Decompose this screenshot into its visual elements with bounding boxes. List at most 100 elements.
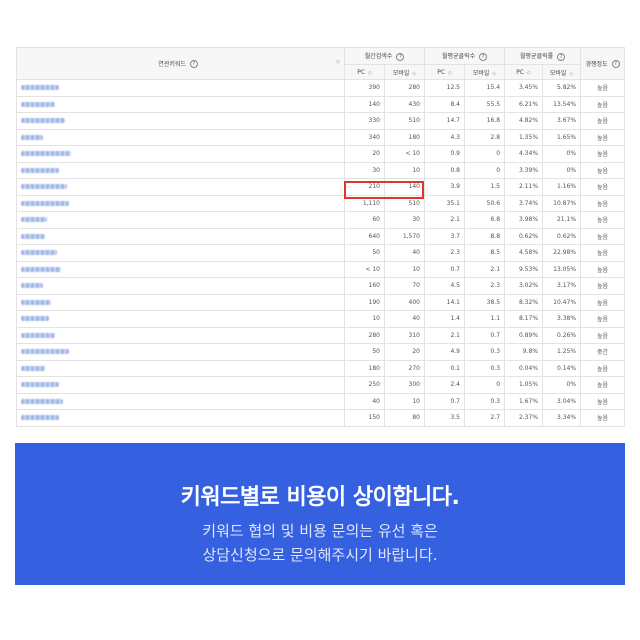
header-monthly-search[interactable]: 월간검색수 ?	[344, 47, 425, 65]
table-row: 280 310 2.1 0.7 0.89% 0.26% 높음	[16, 326, 626, 344]
keyword-link[interactable]	[16, 376, 345, 394]
keyword-link[interactable]	[16, 211, 345, 229]
subheader-ctr-mobile[interactable]: 모바일 ◇	[542, 64, 582, 80]
table-cell: 0.04%	[504, 359, 544, 377]
blurred-keyword	[21, 134, 43, 140]
table-cell: 13.05%	[542, 260, 582, 278]
subheader-search-pc[interactable]: PC ◇	[344, 64, 385, 80]
table-cell: 270	[384, 359, 425, 377]
table-cell: 0%	[542, 376, 582, 394]
keyword-link[interactable]	[16, 145, 345, 163]
keyword-link[interactable]	[16, 260, 345, 278]
table-cell: 10	[344, 310, 385, 328]
table-row: 140 430 8.4 55.5 6.21% 13.54% 높음	[16, 95, 626, 113]
table-cell: 2.8	[463, 128, 506, 146]
table-cell: 140	[384, 178, 425, 196]
info-icon: ?	[396, 52, 405, 61]
table-cell: 10	[384, 392, 425, 410]
keyword-link[interactable]	[16, 359, 345, 377]
header-avg-clicks[interactable]: 월평균클릭수 ?	[423, 47, 506, 65]
table-cell: 400	[384, 293, 425, 311]
banner-subtext-line: 상담신청으로 문의해주시기 바랍니다.	[202, 546, 438, 564]
keyword-link[interactable]	[16, 95, 345, 113]
keyword-link[interactable]	[16, 326, 345, 344]
table-row: 30 10 0.8 0 3.39% 0% 높음	[16, 161, 626, 179]
table-cell: 3.17%	[542, 277, 582, 295]
table-cell: 3.34%	[542, 409, 582, 427]
keyword-table-wrap: 연관키워드 ? ◇ 월간검색수 ? 월평균클릭수 ? 월평균클릭률 ? 경쟁정도…	[16, 47, 626, 427]
table-cell: 1.4	[424, 310, 465, 328]
keyword-link[interactable]	[16, 244, 345, 262]
keyword-link[interactable]	[16, 128, 345, 146]
table-cell: 0	[463, 161, 506, 179]
keyword-link[interactable]	[16, 79, 345, 97]
table-row: 50 40 2.3 8.5 4.58% 22.98% 높음	[16, 244, 626, 262]
table-cell: 16.8	[463, 112, 506, 130]
competition-cell: 높음	[580, 376, 626, 394]
table-cell: 0.26%	[542, 326, 582, 344]
header-competition[interactable]: 경쟁정도 ?	[580, 47, 626, 80]
keyword-link[interactable]	[16, 409, 345, 427]
subheader-ctr-pc[interactable]: PC ◇	[504, 64, 544, 80]
competition-cell: 높음	[580, 95, 626, 113]
banner-subtext-line: 키워드 협의 및 비용 문의는 유선 혹은	[202, 522, 438, 540]
table-cell: 510	[384, 194, 425, 212]
table-cell: 4.9	[424, 343, 465, 361]
header-keyword[interactable]: 연관키워드 ? ◇	[16, 47, 345, 80]
keyword-link[interactable]	[16, 194, 345, 212]
keyword-link[interactable]	[16, 277, 345, 295]
table-cell: 180	[344, 359, 385, 377]
banner-headline: 키워드별로 비용이 상이합니다.	[180, 485, 460, 510]
header-avg-ctr[interactable]: 월평균클릭률 ?	[504, 47, 582, 65]
competition-cell: 높음	[580, 211, 626, 229]
table-cell: 1.65%	[542, 128, 582, 146]
table-cell: 150	[344, 409, 385, 427]
subheader-click-pc[interactable]: PC ◇	[424, 64, 465, 80]
table-cell: 4.58%	[504, 244, 544, 262]
table-row: 340 180 4.3 2.8 1.35% 1.65% 높음	[16, 128, 626, 146]
table-cell: 70	[384, 277, 425, 295]
table-cell: 3.45%	[504, 79, 544, 97]
table-cell: 340	[344, 128, 385, 146]
table-cell: 0.3	[463, 359, 506, 377]
table-cell: 20	[344, 145, 385, 163]
keyword-link[interactable]	[16, 343, 345, 361]
table-cell: 510	[384, 112, 425, 130]
table-cell: 8.17%	[504, 310, 544, 328]
table-cell: 0.7	[424, 260, 465, 278]
table-cell: 0	[463, 145, 506, 163]
subheader-click-mobile[interactable]: 모바일 ◇	[463, 64, 506, 80]
table-row: 150 80 3.5 2.7 2.37% 3.34% 높음	[16, 409, 626, 427]
table-cell: 1.25%	[542, 343, 582, 361]
table-cell: 2.1	[424, 211, 465, 229]
blurred-keyword	[21, 266, 61, 272]
table-row: < 10 10 0.7 2.1 9.53% 13.05% 높음	[16, 260, 626, 278]
keyword-link[interactable]	[16, 392, 345, 410]
table-cell: 0%	[542, 145, 582, 163]
keyword-link[interactable]	[16, 112, 345, 130]
table-cell: 5.82%	[542, 79, 582, 97]
sort-icon: ◇	[367, 69, 372, 76]
keyword-link[interactable]	[16, 161, 345, 179]
table-cell: 1,110	[344, 194, 385, 212]
table-cell: < 10	[344, 260, 385, 278]
table-cell: 10.47%	[542, 293, 582, 311]
table-cell: 4.34%	[504, 145, 544, 163]
table-cell: 640	[344, 227, 385, 245]
keyword-link[interactable]	[16, 310, 345, 328]
table-cell: 160	[344, 277, 385, 295]
info-icon: ?	[189, 60, 198, 69]
keyword-link[interactable]	[16, 178, 345, 196]
table-cell: 0	[463, 376, 506, 394]
subheader-search-mobile[interactable]: 모바일 ◇	[384, 64, 425, 80]
keyword-link[interactable]	[16, 293, 345, 311]
competition-cell: 높음	[580, 244, 626, 262]
table-cell: 22.98%	[542, 244, 582, 262]
table-cell: 2.4	[424, 376, 465, 394]
keyword-link[interactable]	[16, 227, 345, 245]
blurred-keyword	[21, 118, 65, 124]
table-row: 190 400 14.1 38.5 8.32% 10.47% 높음	[16, 293, 626, 311]
table-cell: 2.3	[463, 277, 506, 295]
table-row: 40 10 0.7 0.3 1.67% 3.04% 높음	[16, 392, 626, 410]
sort-icon: ◇	[492, 70, 497, 77]
